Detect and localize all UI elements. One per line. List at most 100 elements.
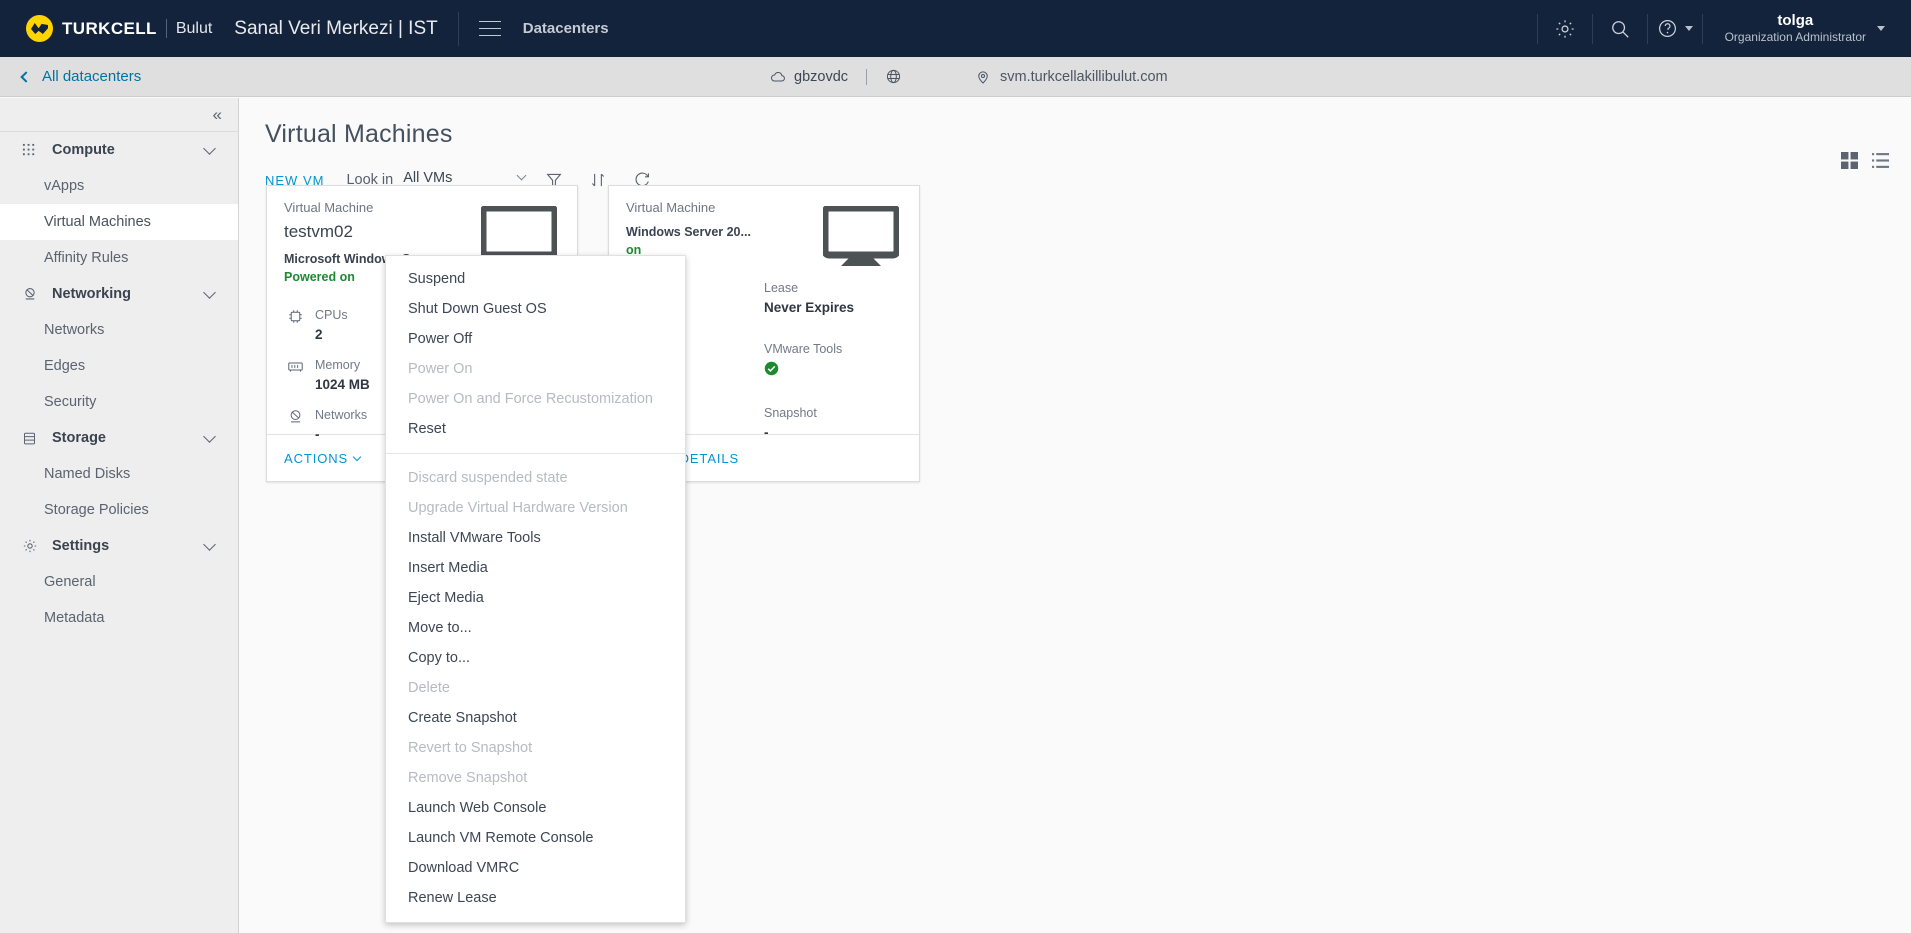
context-menu-item[interactable]: Create Snapshot (386, 703, 685, 733)
sidebar-item-label: Edges (44, 358, 86, 374)
cpu-icon (284, 306, 306, 325)
user-name: tolga (1777, 11, 1814, 29)
user-chevron-down-icon (1877, 26, 1885, 31)
sidebar-collapse-button[interactable]: « (0, 98, 238, 132)
sidebar-group-settings[interactable]: Settings (0, 528, 238, 564)
search-icon[interactable] (1593, 0, 1647, 57)
breadcrumb-vdc: gbzovdc (770, 68, 902, 85)
cloud-icon (771, 71, 785, 81)
brand-sub: Bulut (175, 19, 213, 37)
sidebar-group-compute[interactable]: Compute (0, 132, 238, 168)
context-menu-item: Upgrade Virtual Hardware Version (408, 500, 628, 516)
network-icon (22, 286, 42, 302)
context-menu-item[interactable]: Copy to... (386, 643, 685, 673)
stat-label: CPUs (315, 308, 348, 322)
vdc-item[interactable]: gbzovdc (770, 69, 848, 85)
sidebar-item-label: Affinity Rules (44, 250, 129, 266)
list-view-icon[interactable] (1872, 152, 1889, 169)
sidebar-item-general[interactable]: General (0, 564, 238, 600)
context-menu-item: Power On (408, 361, 473, 377)
context-menu-item[interactable]: Eject Media (386, 583, 685, 613)
context-menu-item: Delete (408, 680, 450, 696)
back-to-all-datacenters[interactable]: All datacenters (20, 68, 142, 85)
app-header: TURKCELL Bulut Sanal Veri Merkezi | IST … (0, 0, 1911, 57)
stat-value: Never Expires (764, 300, 855, 315)
context-menu-item[interactable]: Power Off (386, 324, 685, 354)
breadcrumb-back-label: All datacenters (42, 68, 142, 85)
sidebar-item-vapps[interactable]: vApps (0, 168, 238, 204)
gear-icon (22, 538, 42, 554)
chevron-down-icon (203, 429, 216, 443)
context-menu-item: Discard suspended state (408, 470, 568, 486)
context-menu-item[interactable]: Insert Media (386, 553, 685, 583)
sidebar-item-virtual-machines[interactable]: Virtual Machines (0, 204, 238, 240)
brand-name: TURKCELL (62, 18, 157, 38)
context-menu-item: Remove Snapshot (408, 770, 528, 786)
context-menu-item[interactable]: Shut Down Guest OS (386, 294, 685, 324)
stat-label: Memory (315, 358, 361, 372)
breadcrumb-org[interactable]: svm.turkcellakillibulut.com (975, 69, 1168, 85)
user-role: Organization Administrator (1724, 30, 1866, 45)
context-menu-item: Power On and Force Recustomization (408, 391, 653, 407)
context-menu-item[interactable]: Install VMware Tools (386, 523, 685, 553)
stat-vmware-tools: VMware Tools (764, 340, 902, 379)
grid-view-icon[interactable] (1841, 152, 1858, 169)
stat-lease: Lease Never Expires (764, 279, 902, 315)
monitor-icon (821, 204, 901, 273)
user-menu[interactable]: tolga Organization Administrator (1703, 12, 1893, 46)
context-menu-item[interactable]: Launch VM Remote Console (386, 823, 685, 853)
database-icon (22, 431, 42, 446)
breadcrumb: All datacenters gbzovdc svm.turkcellakil… (0, 57, 1911, 97)
context-menu-item[interactable]: Move to... (386, 613, 685, 643)
sidebar-group-label: Storage (52, 430, 106, 446)
vm-stats-right: Lease Never Expires VMware Tools (764, 279, 902, 465)
stat-label: Lease (764, 281, 799, 295)
sidebar-item-networks[interactable]: Networks (0, 312, 238, 348)
sidebar-item-label: Networks (44, 322, 105, 338)
sidebar-item-storage-policies[interactable]: Storage Policies (0, 492, 238, 528)
sidebar-item-affinity-rules[interactable]: Affinity Rules (0, 240, 238, 276)
vmware-tools-check-icon (764, 361, 902, 379)
hamburger-menu-icon[interactable] (478, 20, 501, 37)
sidebar-item-label: Storage Policies (44, 502, 149, 518)
sidebar-item-edges[interactable]: Edges (0, 348, 238, 384)
gear-icon[interactable] (1538, 0, 1592, 57)
chevron-left-icon (20, 70, 32, 83)
help-icon[interactable] (1648, 0, 1702, 57)
brand-area[interactable]: TURKCELL Bulut (0, 15, 212, 42)
stat-snapshot: Snapshot - (764, 404, 902, 440)
context-menu-item[interactable]: Renew Lease (386, 883, 685, 913)
breadcrumb-separator (866, 68, 868, 85)
stat-value: 2 (315, 327, 323, 342)
sidebar-group-label: Compute (52, 142, 115, 158)
stat-value: - (315, 427, 320, 442)
sidebar: « Compute vApps Virtual Machines Affinit… (0, 98, 239, 933)
memory-icon (284, 356, 306, 375)
stat-label: Networks (315, 408, 368, 422)
sidebar-item-label: Metadata (44, 610, 105, 626)
globe-icon (886, 69, 901, 84)
chevron-down-icon (203, 285, 216, 299)
vm-card-os: Windows Server 20... (626, 225, 751, 239)
header-right-tools: tolga Organization Administrator (1536, 0, 1911, 57)
vdc-name: gbzovdc (794, 68, 849, 85)
context-menu-item[interactable]: Reset (386, 414, 685, 444)
vm-actions-context-menu: Suspend Shut Down Guest OS Power Off Power … (385, 255, 686, 923)
double-chevron-left-icon: « (212, 105, 222, 124)
grid-icon (22, 143, 42, 158)
turkcell-logo-icon (26, 15, 53, 42)
view-toggle (1841, 152, 1889, 169)
sidebar-group-storage[interactable]: Storage (0, 420, 238, 456)
chevron-down-icon (203, 141, 216, 155)
sidebar-group-networking[interactable]: Networking (0, 276, 238, 312)
context-menu-item[interactable]: Download VMRC (386, 853, 685, 883)
sidebar-group-label: Settings (52, 538, 110, 554)
header-divider-1 (457, 11, 459, 46)
sidebar-item-named-disks[interactable]: Named Disks (0, 456, 238, 492)
sidebar-item-security[interactable]: Security (0, 384, 238, 420)
context-menu-item[interactable]: Launch Web Console (386, 793, 685, 823)
header-nav-label[interactable]: Datacenters (523, 20, 609, 37)
network-icon (284, 406, 306, 425)
context-menu-item[interactable]: Suspend (386, 264, 685, 294)
sidebar-item-metadata[interactable]: Metadata (0, 600, 238, 636)
